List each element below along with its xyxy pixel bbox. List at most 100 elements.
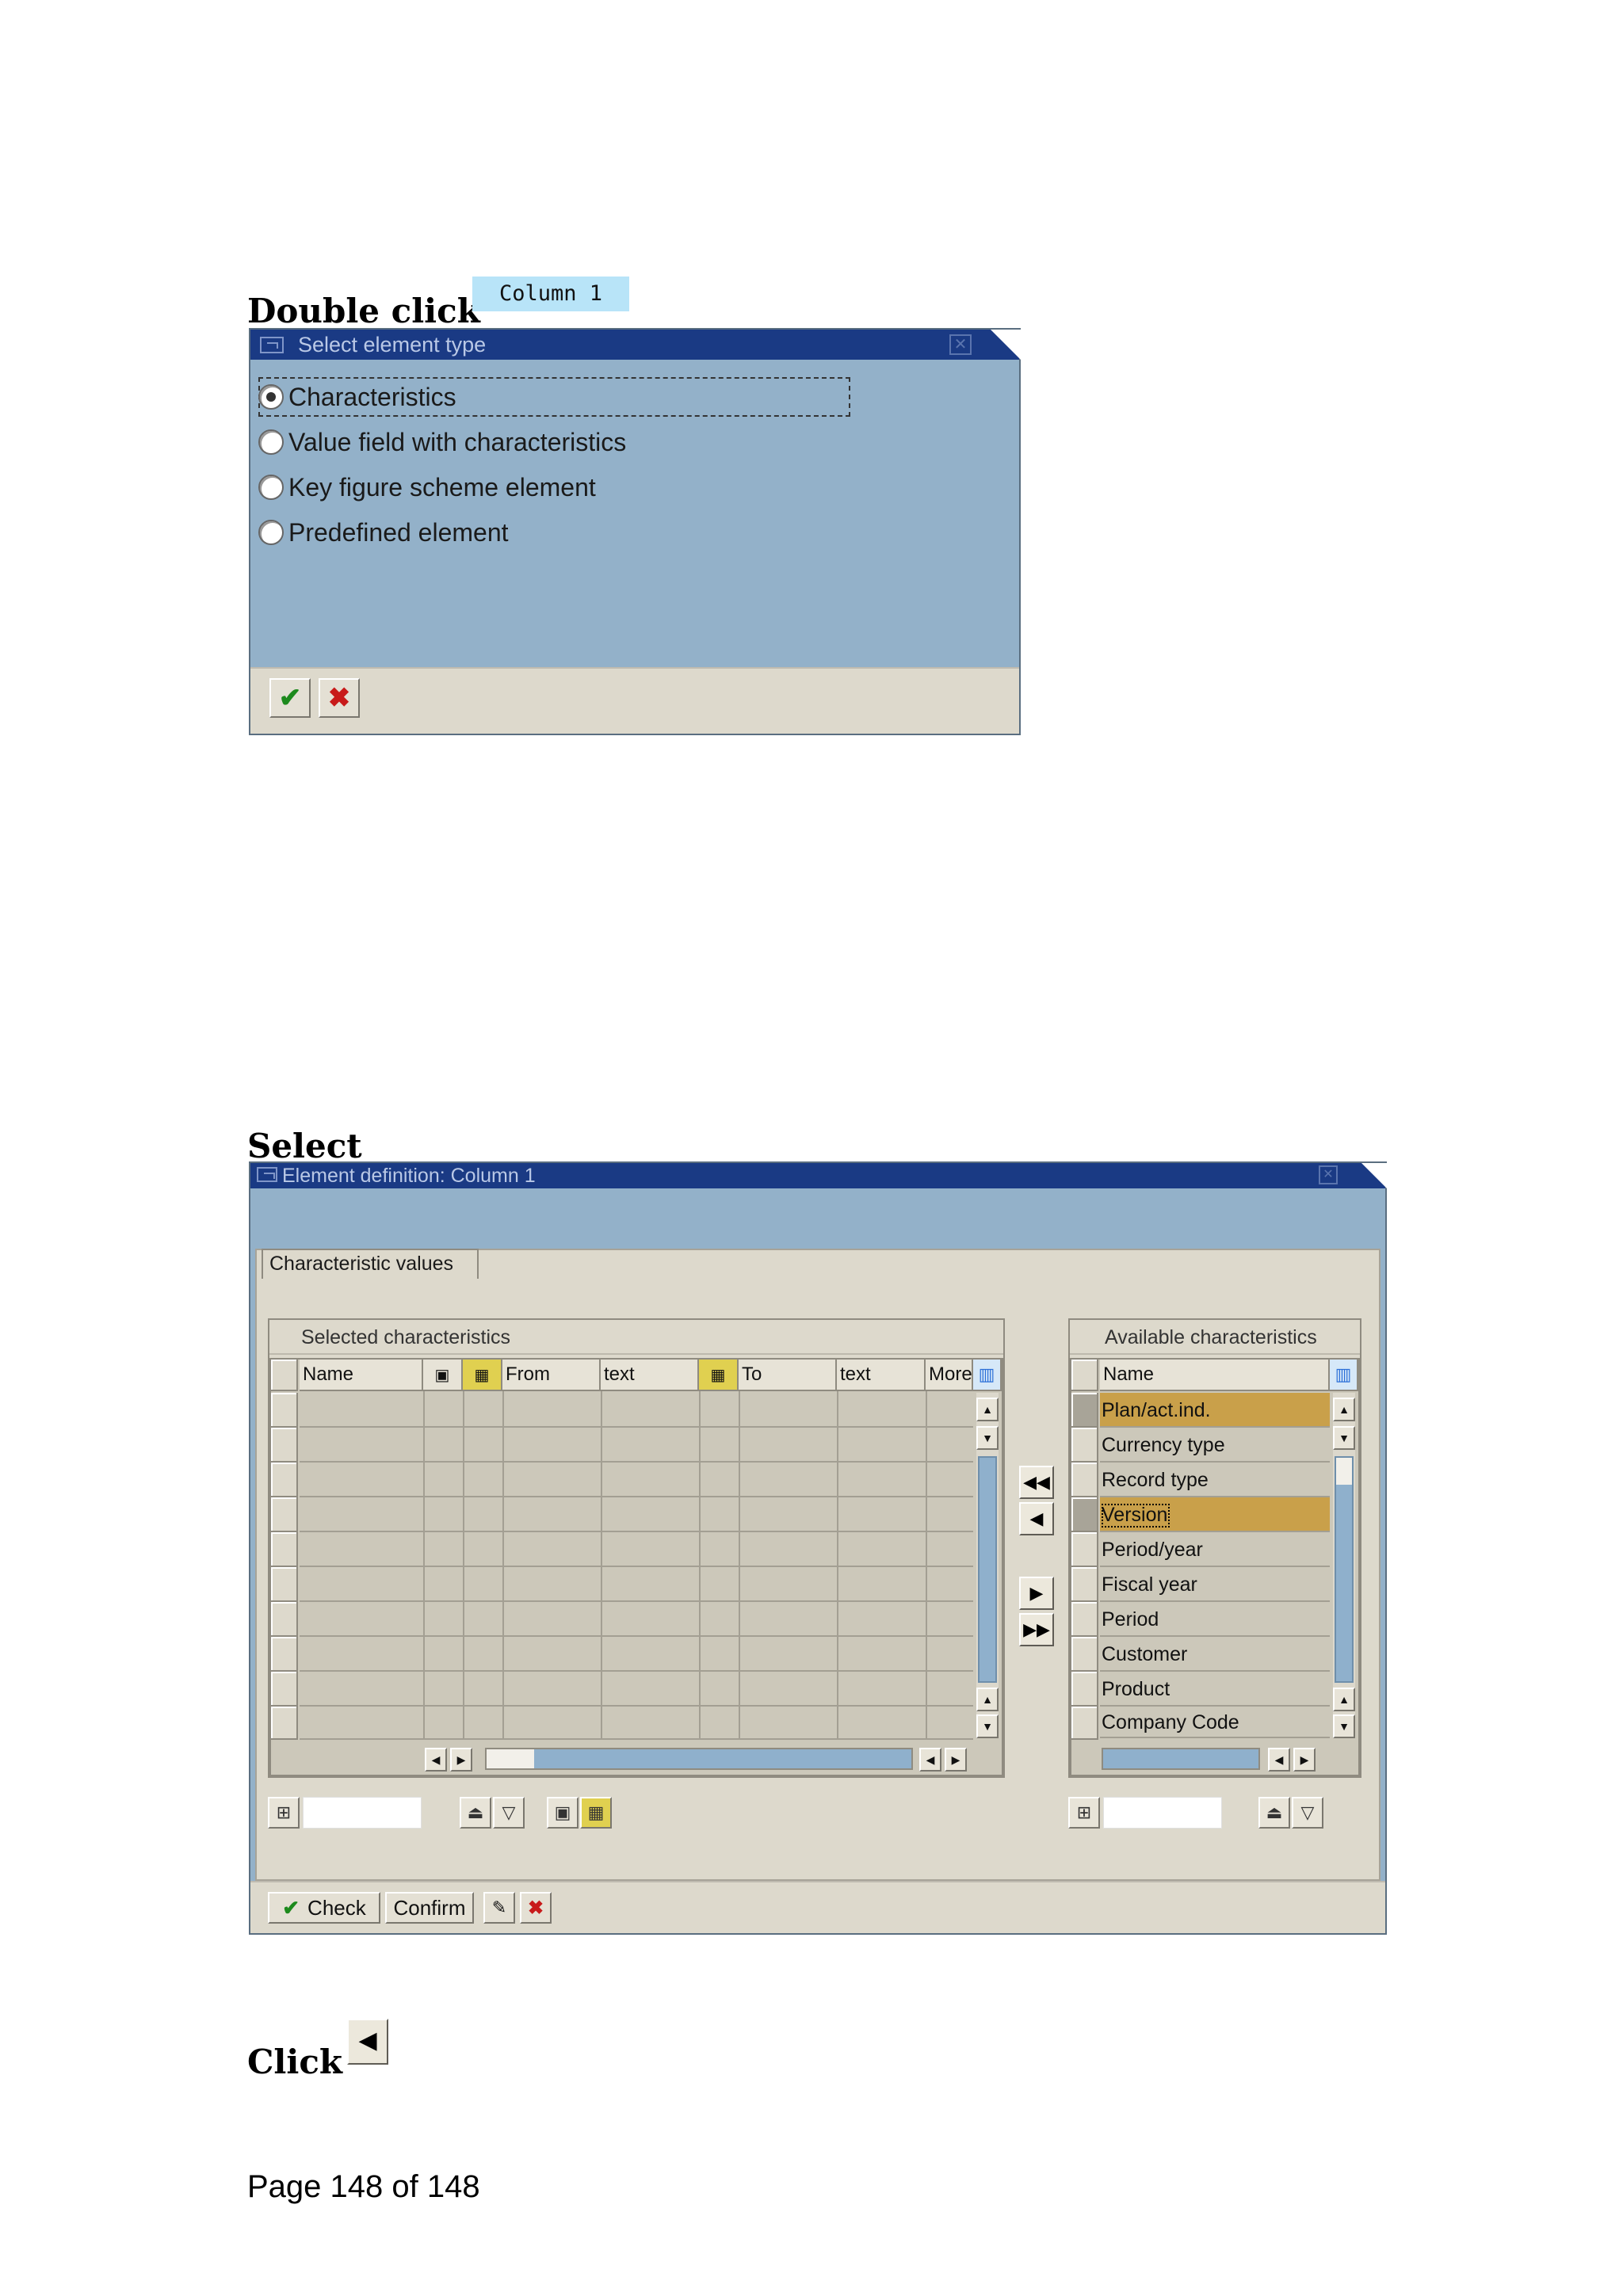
col-header-name[interactable]: Name: [300, 1360, 423, 1391]
option-key-figure[interactable]: Key figure scheme element: [258, 471, 596, 504]
row-selector[interactable]: [271, 1672, 298, 1707]
check-button[interactable]: ✔ Check: [268, 1892, 380, 1924]
scroll-left-button[interactable]: ◀: [425, 1748, 447, 1772]
search-input[interactable]: [303, 1797, 422, 1829]
horizontal-scrollbar[interactable]: [485, 1748, 913, 1770]
scroll-top-button[interactable]: ▲: [976, 1398, 999, 1421]
move-left-button[interactable]: ◀: [1019, 1502, 1054, 1535]
available-row-record-type[interactable]: Record type: [1100, 1463, 1330, 1497]
col-header-from-icon[interactable]: ▦: [463, 1360, 502, 1391]
row-selector[interactable]: [271, 1393, 298, 1428]
cancel-button[interactable]: ✖: [319, 678, 360, 718]
sort-button[interactable]: ⏏: [460, 1797, 491, 1829]
horizontal-scrollbar[interactable]: [1102, 1748, 1260, 1770]
col-header-from-text[interactable]: text: [601, 1360, 699, 1391]
row-selector[interactable]: [271, 1602, 298, 1637]
scroll-thumb[interactable]: [487, 1749, 534, 1768]
close-icon[interactable]: ✕: [949, 334, 972, 355]
scroll-right-button[interactable]: ▶: [1293, 1748, 1316, 1772]
tab-characteristic-values[interactable]: Characteristic values: [262, 1249, 479, 1279]
scroll-bottom-button[interactable]: ▼: [976, 1714, 999, 1738]
available-row-company-code[interactable]: Company Code: [1100, 1707, 1330, 1738]
move-all-left-button[interactable]: ◀◀: [1019, 1466, 1054, 1499]
move-all-right-button[interactable]: ▶▶: [1019, 1613, 1054, 1646]
available-row-period[interactable]: Period: [1100, 1602, 1330, 1637]
column-settings-icon[interactable]: ▥: [973, 1360, 1002, 1391]
sort-button[interactable]: ⏏: [1258, 1797, 1290, 1829]
column-settings-icon[interactable]: ▥: [1330, 1360, 1358, 1391]
col-header-to-icon[interactable]: ▦: [699, 1360, 739, 1391]
scroll-up-button[interactable]: ▼: [1333, 1426, 1355, 1450]
find-button[interactable]: ⊞: [1068, 1797, 1100, 1829]
row-selector[interactable]: [271, 1567, 298, 1602]
row-selector[interactable]: [1071, 1637, 1098, 1672]
col-header-name[interactable]: Name: [1100, 1360, 1330, 1391]
grid-line: [300, 1635, 973, 1637]
available-row-customer[interactable]: Customer: [1100, 1637, 1330, 1672]
radio-icon[interactable]: [258, 429, 284, 455]
row-selector[interactable]: [1071, 1428, 1098, 1463]
row-selector[interactable]: [271, 1532, 298, 1567]
filter-button[interactable]: ▽: [1292, 1797, 1323, 1829]
row-selector[interactable]: [271, 1428, 298, 1463]
column-header-chip[interactable]: Column 1: [472, 277, 629, 311]
option-characteristics[interactable]: Characteristics: [258, 380, 456, 414]
row-selector[interactable]: [271, 1637, 298, 1672]
radio-icon[interactable]: [258, 384, 284, 410]
hierarchy-button[interactable]: ▣: [547, 1797, 579, 1829]
row-selector[interactable]: [1071, 1393, 1098, 1428]
available-row-currency-type[interactable]: Currency type: [1100, 1428, 1330, 1463]
row-selector[interactable]: [271, 1463, 298, 1497]
row-selector[interactable]: [1071, 1497, 1098, 1532]
edit-button[interactable]: ✎: [483, 1892, 515, 1924]
vertical-scrollbar[interactable]: ▲ ▼ ▲ ▼: [976, 1393, 999, 1738]
row-selector[interactable]: [1071, 1602, 1098, 1637]
col-header-from[interactable]: From: [502, 1360, 601, 1391]
select-all-cell[interactable]: [271, 1360, 298, 1391]
available-row-fiscal-year[interactable]: Fiscal year: [1100, 1567, 1330, 1602]
scroll-down-button[interactable]: ▲: [1333, 1688, 1355, 1711]
vertical-scrollbar[interactable]: ▲ ▼ ▲ ▼: [1333, 1393, 1355, 1738]
available-row-period-year[interactable]: Period/year: [1100, 1532, 1330, 1567]
available-row-product[interactable]: Product: [1100, 1672, 1330, 1707]
scroll-left-button[interactable]: ◀: [919, 1748, 941, 1772]
scroll-bottom-button[interactable]: ▼: [1333, 1714, 1355, 1738]
row-selector[interactable]: [1071, 1532, 1098, 1567]
select-all-cell[interactable]: [1071, 1360, 1098, 1391]
scroll-up-button[interactable]: ▼: [976, 1426, 999, 1450]
row-selector[interactable]: [1071, 1672, 1098, 1707]
close-icon[interactable]: ✕: [1319, 1165, 1338, 1184]
scroll-right-button[interactable]: ▶: [945, 1748, 967, 1772]
col-header-to[interactable]: To: [739, 1360, 837, 1391]
scroll-top-button[interactable]: ▲: [1333, 1398, 1355, 1421]
select-values-button[interactable]: ▦: [580, 1797, 612, 1829]
search-input[interactable]: [1103, 1797, 1222, 1829]
available-row-plan-act-ind[interactable]: Plan/act.ind.: [1100, 1393, 1330, 1428]
row-selector[interactable]: [1071, 1463, 1098, 1497]
find-button[interactable]: ⊞: [268, 1797, 300, 1829]
scroll-right-button[interactable]: ▶: [450, 1748, 472, 1772]
scroll-track[interactable]: [1335, 1456, 1354, 1683]
radio-icon[interactable]: [258, 520, 284, 545]
scroll-left-button[interactable]: ◀: [1268, 1748, 1290, 1772]
col-header-hierarchy[interactable]: ▣: [423, 1360, 463, 1391]
radio-icon[interactable]: [258, 475, 284, 500]
row-selector[interactable]: [271, 1497, 298, 1532]
confirm-button[interactable]: ✔: [269, 678, 311, 718]
row-selector[interactable]: [1071, 1567, 1098, 1602]
scroll-thumb[interactable]: [1336, 1458, 1352, 1485]
col-header-to-text[interactable]: text: [837, 1360, 926, 1391]
cancel-button[interactable]: ✖: [520, 1892, 552, 1924]
confirm-button[interactable]: Confirm: [385, 1892, 474, 1924]
option-value-field[interactable]: Value field with characteristics: [258, 425, 626, 459]
move-left-button-illustration[interactable]: ◀: [347, 2019, 388, 2065]
move-right-button[interactable]: ▶: [1019, 1577, 1054, 1610]
row-selector[interactable]: [1071, 1707, 1098, 1740]
scroll-track[interactable]: [978, 1456, 997, 1683]
find-icon: ⊞: [276, 1802, 292, 1822]
option-predefined[interactable]: Predefined element: [258, 516, 509, 549]
scroll-down-button[interactable]: ▲: [976, 1688, 999, 1711]
row-selector[interactable]: [271, 1707, 298, 1740]
col-header-more[interactable]: More: [926, 1360, 973, 1391]
filter-button[interactable]: ▽: [493, 1797, 525, 1829]
